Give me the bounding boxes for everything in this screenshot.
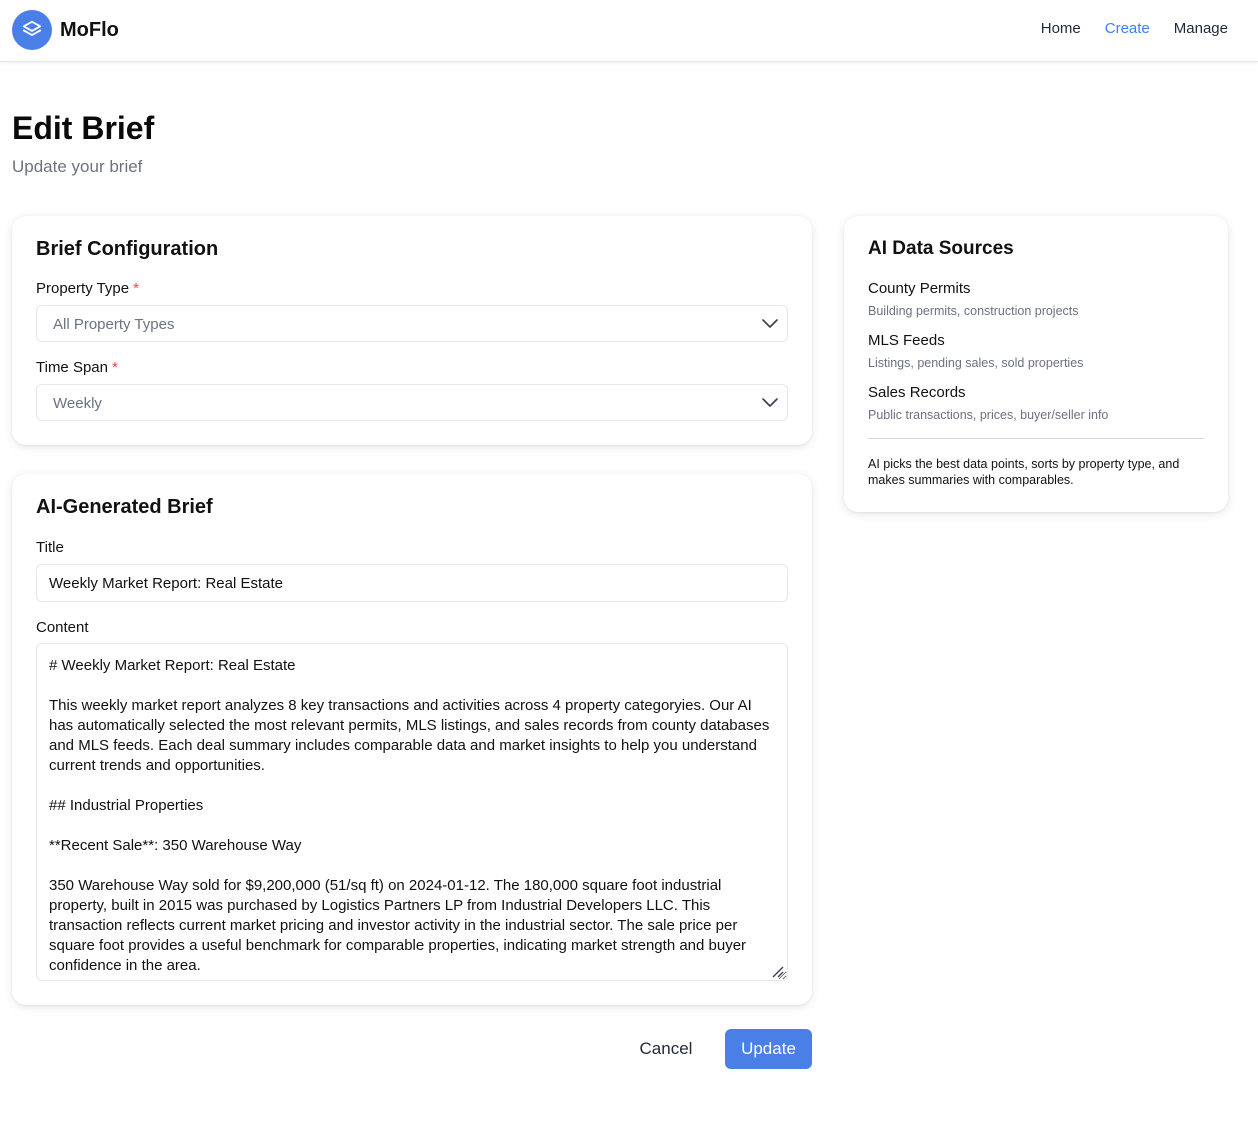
card-title: Brief Configuration [36, 238, 219, 260]
ai-data-sources-card: AI Data Sources County Permits Building … [844, 216, 1228, 512]
brief-configuration-card: Brief Configuration Property Type * All P… [12, 216, 812, 445]
card-title: AI Data Sources [868, 238, 1014, 259]
cancel-button[interactable]: Cancel [626, 1029, 706, 1069]
layers-icon [12, 10, 52, 50]
main-nav: Home Create Manage [1041, 20, 1228, 37]
source-description: Building permits, construction projects [868, 304, 1079, 318]
select-value: All Property Types [53, 316, 175, 333]
title-label: Title [36, 539, 64, 556]
content-textarea[interactable]: # Weekly Market Report: Real Estate This… [36, 643, 788, 981]
source-name: County Permits [868, 280, 971, 297]
time-span-label: Time Span * [36, 359, 118, 376]
chevron-down-icon [762, 319, 778, 328]
nav-create[interactable]: Create [1105, 20, 1150, 37]
divider [868, 438, 1204, 439]
logo[interactable]: MoFlo [12, 10, 119, 50]
nav-manage[interactable]: Manage [1174, 20, 1228, 37]
card-title: AI-Generated Brief [36, 496, 213, 518]
sources-note: AI picks the best data points, sorts by … [868, 457, 1180, 487]
resize-handle-icon[interactable] [770, 964, 784, 978]
page-title: Edit Brief [12, 110, 155, 146]
required-marker: * [111, 359, 118, 376]
nav-home[interactable]: Home [1041, 20, 1081, 37]
property-type-select[interactable]: All Property Types [36, 305, 788, 342]
source-description: Listings, pending sales, sold properties [868, 356, 1084, 370]
content-label: Content [36, 619, 89, 636]
property-type-label: Property Type * [36, 280, 139, 297]
title-input[interactable] [36, 564, 788, 602]
chevron-down-icon [762, 398, 778, 407]
time-span-select[interactable]: Weekly [36, 384, 788, 421]
source-description: Public transactions, prices, buyer/selle… [868, 408, 1109, 422]
required-marker: * [133, 280, 139, 297]
ai-generated-brief-card: AI-Generated Brief Title Content # Weekl… [12, 474, 812, 1005]
update-button[interactable]: Update [725, 1029, 812, 1069]
top-navbar: MoFlo Home Create Manage [0, 0, 1258, 62]
page-subtitle: Update your brief [12, 157, 143, 176]
select-value: Weekly [53, 395, 102, 412]
source-name: MLS Feeds [868, 332, 945, 349]
source-name: Sales Records [868, 384, 966, 401]
app-name: MoFlo [60, 18, 119, 41]
